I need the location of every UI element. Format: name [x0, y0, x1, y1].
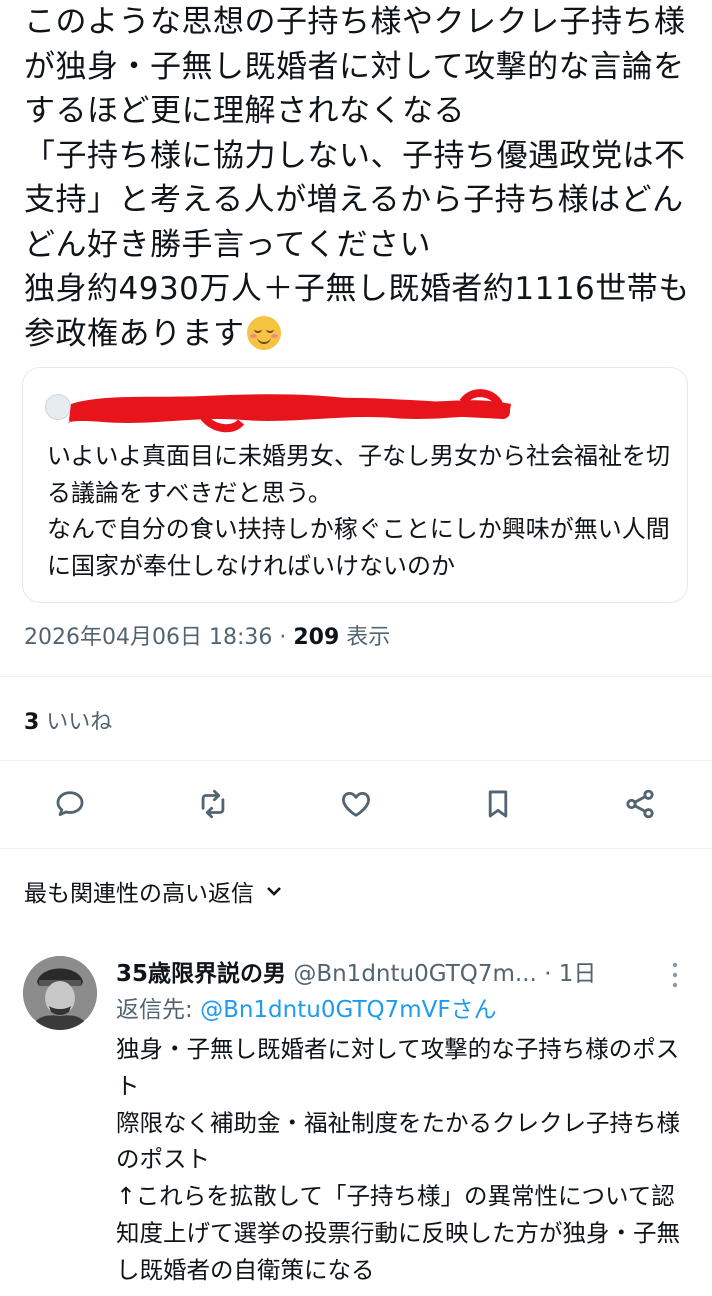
reply-header: 35歳限界説の男 @Bn1dntu0GTQ7m... · 1日 [116, 954, 676, 988]
bookmark-button[interactable] [477, 783, 519, 825]
share-button[interactable] [619, 783, 661, 825]
view-count: 209 [293, 625, 340, 650]
like-button[interactable] [335, 783, 377, 825]
likes-summary[interactable]: 3 いいね [24, 704, 112, 736]
redaction-scribble [68, 389, 511, 433]
tweet-body: このような思想の子持ち様やクレクレ子持ち様が独身・子無し既婚者に対して攻撃的な言… [24, 4, 690, 352]
bookmark-icon [488, 790, 508, 818]
tweet-meta: 2026年04月06日 18:36 · 209 表示 [24, 619, 390, 651]
reply-to-line: 返信先: @Bn1dntu0GTQ7mVFさん [116, 990, 497, 1024]
divider [0, 760, 712, 761]
quoted-tweet-card[interactable]: いよいよ真面目に未婚男女、子なし男女から社会福祉を切る議論をすべきだと思う。 な… [22, 367, 688, 603]
reply-author-name[interactable]: 35歳限界説の男 [116, 961, 286, 987]
sort-label: 最も関連性の高い返信 [24, 881, 254, 907]
tweet-text: このような思想の子持ち様やクレクレ子持ち様が独身・子無し既婚者に対して攻撃的な言… [24, 0, 696, 356]
view-label: 表示 [339, 625, 391, 650]
reply-icon [56, 791, 84, 817]
reply-to-label: 返信先: [116, 997, 201, 1023]
timestamp[interactable]: 2026年04月06日 18:36 · [24, 625, 293, 650]
avatar-photo [23, 956, 97, 1030]
more-options-icon[interactable] [663, 960, 687, 990]
likes-label: いいね [39, 710, 113, 735]
chevron-down-icon [267, 887, 281, 896]
reply-author-handle[interactable]: @Bn1dntu0GTQ7m... · 1日 [286, 961, 596, 987]
likes-count: 3 [24, 710, 40, 735]
reply-text: 独身・子無し既婚者に対して攻撃的な子持ち様のポスト 際限なく補助金・福祉制度をた… [116, 1035, 680, 1284]
reply-to-handle-link[interactable]: @Bn1dntu0GTQ7mVFさん [200, 997, 497, 1023]
retweet-icon [201, 789, 225, 819]
avatar[interactable] [23, 956, 97, 1030]
quoted-tweet-text: いよいよ真面目に未婚男女、子なし男女から社会福祉を切る議論をすべきだと思う。 な… [47, 442, 671, 580]
divider [0, 676, 712, 677]
divider [0, 848, 712, 849]
reply-button[interactable] [49, 783, 91, 825]
retweet-button[interactable] [192, 783, 234, 825]
smiling-face-icon [246, 315, 281, 350]
share-icon [626, 789, 654, 819]
like-icon [342, 791, 370, 817]
replies-sort-selector[interactable]: 最も関連性の高い返信 [24, 874, 284, 908]
